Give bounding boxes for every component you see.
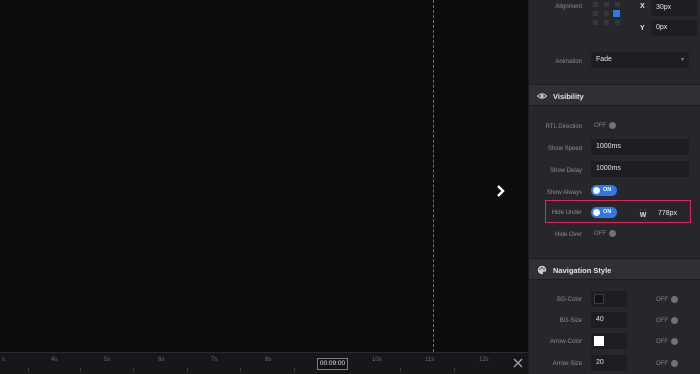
bg-size-input[interactable]: 40	[591, 312, 627, 328]
timeline-tick: 7s	[211, 357, 218, 363]
rtl-direction-row: RTL Direction OFF	[529, 117, 700, 137]
toggle-state: OFF	[656, 318, 668, 325]
timeline-tick: 8s	[265, 357, 272, 363]
timeline-minor-tick	[240, 368, 241, 372]
bg-color-swatch	[594, 294, 604, 304]
arrow-color-swatch	[594, 336, 604, 346]
animation-select-value: Fade	[596, 56, 612, 63]
rtl-direction-label: RTL Direction	[545, 124, 582, 130]
guide-line	[433, 0, 434, 352]
arrow-color-toggle[interactable]: OFF	[656, 338, 678, 345]
bg-size-row: BG-Size 40 OFF	[529, 311, 700, 331]
toggle-state: OFF	[656, 297, 668, 304]
animation-row: Animation Fade ▾	[529, 52, 700, 72]
timeline-minor-tick	[187, 368, 188, 372]
timeline-minor-tick	[294, 368, 295, 372]
timeline-tick: s	[2, 357, 5, 363]
show-delay-input[interactable]: 1000ms	[591, 161, 689, 177]
alignment-row: Alignment X 30px Y 0px	[529, 0, 700, 38]
timeline-minor-tick	[454, 368, 455, 372]
show-delay-row: Show Delay 1000ms	[529, 161, 700, 181]
toggle-knob	[609, 230, 616, 237]
x-offset-input[interactable]: 30px	[651, 0, 697, 16]
toggle-state: OFF	[594, 123, 606, 130]
bg-size-toggle[interactable]: OFF	[656, 317, 678, 324]
timeline-minor-tick	[80, 368, 81, 372]
show-speed-input[interactable]: 1000ms	[591, 139, 689, 155]
arrow-size-row: Arrow-Size 20 OFF	[529, 354, 700, 374]
x-axis-label: X	[640, 3, 645, 10]
show-speed-label: Show Speed	[547, 146, 582, 152]
arrow-color-picker[interactable]	[591, 333, 627, 349]
arrow-size-input[interactable]: 20	[591, 355, 627, 371]
bg-color-row: BG-Color OFF	[529, 290, 700, 310]
alignment-label: Alignment	[555, 4, 582, 10]
timeline-tick: 12s	[479, 357, 489, 363]
y-axis-label: Y	[640, 25, 645, 32]
visibility-title: Visibility	[553, 92, 584, 101]
hide-over-toggle[interactable]: OFF	[594, 230, 616, 237]
hide-under-highlight-box	[545, 200, 691, 223]
timeline-tick: 10s	[372, 357, 382, 363]
navigation-style-section-header[interactable]: Navigation Style	[529, 258, 700, 280]
toggle-state: ON	[603, 187, 612, 193]
eye-icon	[537, 93, 547, 99]
hide-over-label: Hide Over	[554, 232, 582, 238]
timeline[interactable]: s 4s 5s 6s 7s 8s 10s 11s 12s 00:09:00	[0, 352, 528, 374]
alignment-grid[interactable]	[593, 2, 621, 26]
toggle-knob	[609, 122, 616, 129]
timeline-tick: 5s	[104, 357, 111, 363]
animation-select[interactable]: Fade ▾	[591, 52, 689, 68]
timeline-minor-tick	[133, 368, 134, 372]
timeline-minor-tick	[28, 368, 29, 372]
arrow-color-row: Arrow-Color OFF	[529, 332, 700, 352]
hide-over-row: Hide Over OFF	[529, 225, 700, 245]
palette-icon	[537, 265, 547, 275]
settings-panel: Alignment X 30px Y 0px Animation Fade ▾ …	[528, 0, 700, 374]
timeline-tick: 11s	[425, 357, 435, 363]
toggle-state: OFF	[656, 339, 668, 346]
show-delay-label: Show Delay	[549, 168, 582, 174]
toggle-knob	[671, 360, 678, 367]
arrow-size-toggle[interactable]: OFF	[656, 360, 678, 367]
chevron-down-icon: ▾	[680, 57, 684, 63]
toggle-state: OFF	[656, 361, 668, 368]
show-always-label: Show Always	[546, 190, 582, 196]
timeline-minor-tick	[400, 368, 401, 372]
toggle-knob	[671, 338, 678, 345]
arrow-size-label: Arrow-Size	[552, 361, 582, 367]
timeline-tick: 6s	[158, 357, 165, 363]
bg-size-label: BG-Size	[559, 318, 582, 324]
toggle-knob	[671, 296, 678, 303]
arrow-color-label: Arrow-Color	[549, 339, 582, 345]
close-icon[interactable]	[512, 357, 524, 369]
show-always-toggle[interactable]: ON	[591, 185, 617, 196]
current-time-display[interactable]: 00:09:00	[317, 358, 348, 370]
toggle-state: OFF	[594, 231, 606, 238]
bg-color-picker[interactable]	[591, 291, 627, 307]
alignment-selected-marker	[613, 10, 620, 17]
bg-color-label: BG-Color	[556, 297, 582, 303]
navigation-style-title: Navigation Style	[553, 266, 612, 275]
show-speed-row: Show Speed 1000ms	[529, 139, 700, 159]
timeline-tick: 4s	[51, 357, 58, 363]
toggle-knob	[671, 317, 678, 324]
toggle-knob	[593, 187, 600, 194]
y-offset-input[interactable]: 0px	[651, 20, 697, 36]
rtl-direction-toggle[interactable]: OFF	[594, 122, 616, 129]
chevron-right-icon[interactable]	[492, 183, 508, 199]
animation-label: Animation	[555, 59, 582, 65]
bg-color-toggle[interactable]: OFF	[656, 296, 678, 303]
slide-canvas[interactable]	[0, 0, 528, 352]
visibility-section-header[interactable]: Visibility	[529, 84, 700, 106]
